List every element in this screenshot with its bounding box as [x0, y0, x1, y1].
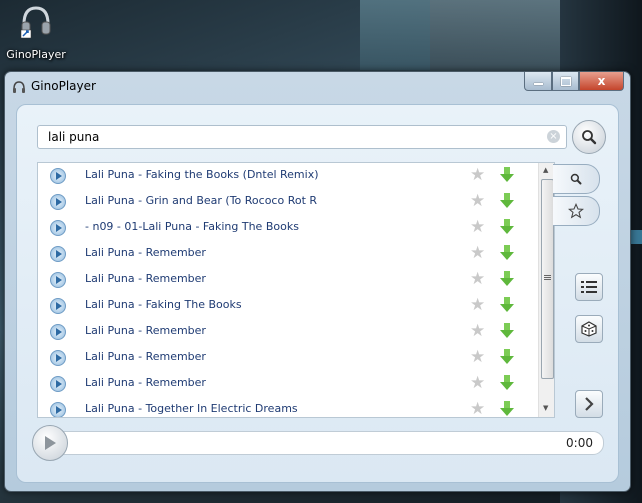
scroll-up-arrow[interactable]: ▲ [543, 166, 548, 174]
play-icon[interactable] [50, 194, 66, 210]
track-row[interactable]: - n09 - 01-Lali Puna - Faking The Books ★ [38, 215, 538, 241]
track-row[interactable]: Lali Puna - Faking the Books (Dntel Remi… [38, 163, 538, 189]
play-icon[interactable] [50, 298, 66, 314]
dice-icon [581, 321, 597, 337]
star-icon[interactable]: ★ [470, 295, 485, 315]
star-icon[interactable]: ★ [470, 165, 485, 185]
headphones-icon [19, 4, 53, 39]
track-row[interactable]: Lali Puna - Grin and Bear (To Rococo Rot… [38, 189, 538, 215]
play-icon[interactable] [50, 402, 66, 417]
search-icon [570, 173, 582, 185]
desktop-shortcut-ginoplayer[interactable]: GinoPlayer [6, 4, 66, 61]
track-title[interactable]: Lali Puna - Grin and Bear (To Rococo Rot… [85, 194, 317, 207]
playback-bar[interactable]: 0:00 [37, 431, 604, 455]
search-field[interactable]: × [37, 125, 567, 149]
desktop-shortcut-label: GinoPlayer [6, 48, 66, 61]
track-row[interactable]: Lali Puna - Together In Electric Dreams ★ [38, 397, 538, 417]
star-icon[interactable]: ★ [470, 243, 485, 263]
track-title[interactable]: Lali Puna - Remember [85, 350, 206, 363]
play-icon[interactable] [50, 376, 66, 392]
star-icon[interactable]: ★ [470, 399, 485, 417]
track-row[interactable]: Lali Puna - Remember ★ [38, 345, 538, 371]
track-row[interactable]: Lali Puna - Remember ★ [38, 267, 538, 293]
close-button[interactable]: x [579, 72, 624, 91]
track-title[interactable]: Lali Puna - Remember [85, 246, 206, 259]
track-row[interactable]: Lali Puna - Faking The Books ★ [38, 293, 538, 319]
track-title[interactable]: Lali Puna - Faking The Books [85, 298, 242, 311]
track-row[interactable]: Lali Puna - Remember ★ [38, 241, 538, 267]
player-panel: × Lali Puna - Faking the Books (Dntel Re… [16, 104, 619, 483]
download-arrow-icon[interactable] [500, 193, 514, 209]
track-title[interactable]: - n09 - 01-Lali Puna - Faking The Books [85, 220, 299, 233]
next-button[interactable] [575, 390, 603, 418]
minimize-icon [533, 83, 543, 85]
download-arrow-icon[interactable] [500, 271, 514, 287]
play-button[interactable] [32, 425, 68, 461]
download-arrow-icon[interactable] [500, 401, 514, 417]
play-icon[interactable] [50, 324, 66, 340]
download-arrow-icon[interactable] [500, 297, 514, 313]
track-title[interactable]: Lali Puna - Together In Electric Dreams [85, 402, 298, 415]
favorites-tab[interactable] [553, 196, 600, 226]
elapsed-time: 0:00 [566, 436, 593, 450]
star-icon[interactable]: ★ [470, 373, 485, 393]
star-icon[interactable]: ★ [470, 347, 485, 367]
play-icon[interactable] [50, 272, 66, 288]
results-list[interactable]: Lali Puna - Faking the Books (Dntel Remi… [37, 162, 555, 418]
track-title[interactable]: Lali Puna - Remember [85, 272, 206, 285]
play-icon[interactable] [50, 350, 66, 366]
star-icon[interactable]: ★ [470, 269, 485, 289]
headphones-icon [12, 79, 26, 93]
scroll-down-arrow[interactable]: ▼ [543, 404, 548, 412]
download-arrow-icon[interactable] [500, 167, 514, 183]
play-icon[interactable] [50, 168, 66, 184]
star-icon [568, 203, 584, 219]
search-button[interactable] [572, 120, 606, 154]
random-button[interactable] [575, 315, 603, 343]
download-arrow-icon[interactable] [500, 349, 514, 365]
play-icon [45, 436, 56, 450]
maximize-button[interactable] [552, 72, 579, 91]
chevron-right-icon [585, 397, 594, 411]
download-arrow-icon[interactable] [500, 219, 514, 235]
maximize-icon [560, 76, 571, 86]
download-arrow-icon[interactable] [500, 245, 514, 261]
play-icon[interactable] [50, 220, 66, 236]
search-tab[interactable] [553, 164, 600, 194]
close-icon: x [597, 74, 606, 88]
star-icon[interactable]: ★ [470, 191, 485, 211]
title-bar[interactable]: GinoPlayer x [5, 72, 630, 100]
track-title[interactable]: Lali Puna - Faking the Books (Dntel Remi… [85, 168, 319, 181]
window-title: GinoPlayer [31, 79, 96, 93]
track-row[interactable]: Lali Puna - Remember ★ [38, 319, 538, 345]
playlist-button[interactable] [575, 273, 603, 301]
clear-search-button[interactable]: × [547, 130, 560, 143]
play-icon[interactable] [50, 246, 66, 262]
track-title[interactable]: Lali Puna - Remember [85, 324, 206, 337]
download-arrow-icon[interactable] [500, 323, 514, 339]
minimize-button[interactable] [524, 72, 552, 91]
search-icon [582, 130, 597, 145]
caption-buttons: x [524, 72, 624, 91]
track-row[interactable]: Lali Puna - Remember ★ [38, 371, 538, 397]
track-title[interactable]: Lali Puna - Remember [85, 376, 206, 389]
star-icon[interactable]: ★ [470, 321, 485, 341]
search-input[interactable] [46, 129, 540, 145]
ginoplayer-window: GinoPlayer x × Lali Puna - F [4, 71, 631, 492]
download-arrow-icon[interactable] [500, 375, 514, 391]
star-icon[interactable]: ★ [470, 217, 485, 237]
list-icon [581, 281, 597, 293]
